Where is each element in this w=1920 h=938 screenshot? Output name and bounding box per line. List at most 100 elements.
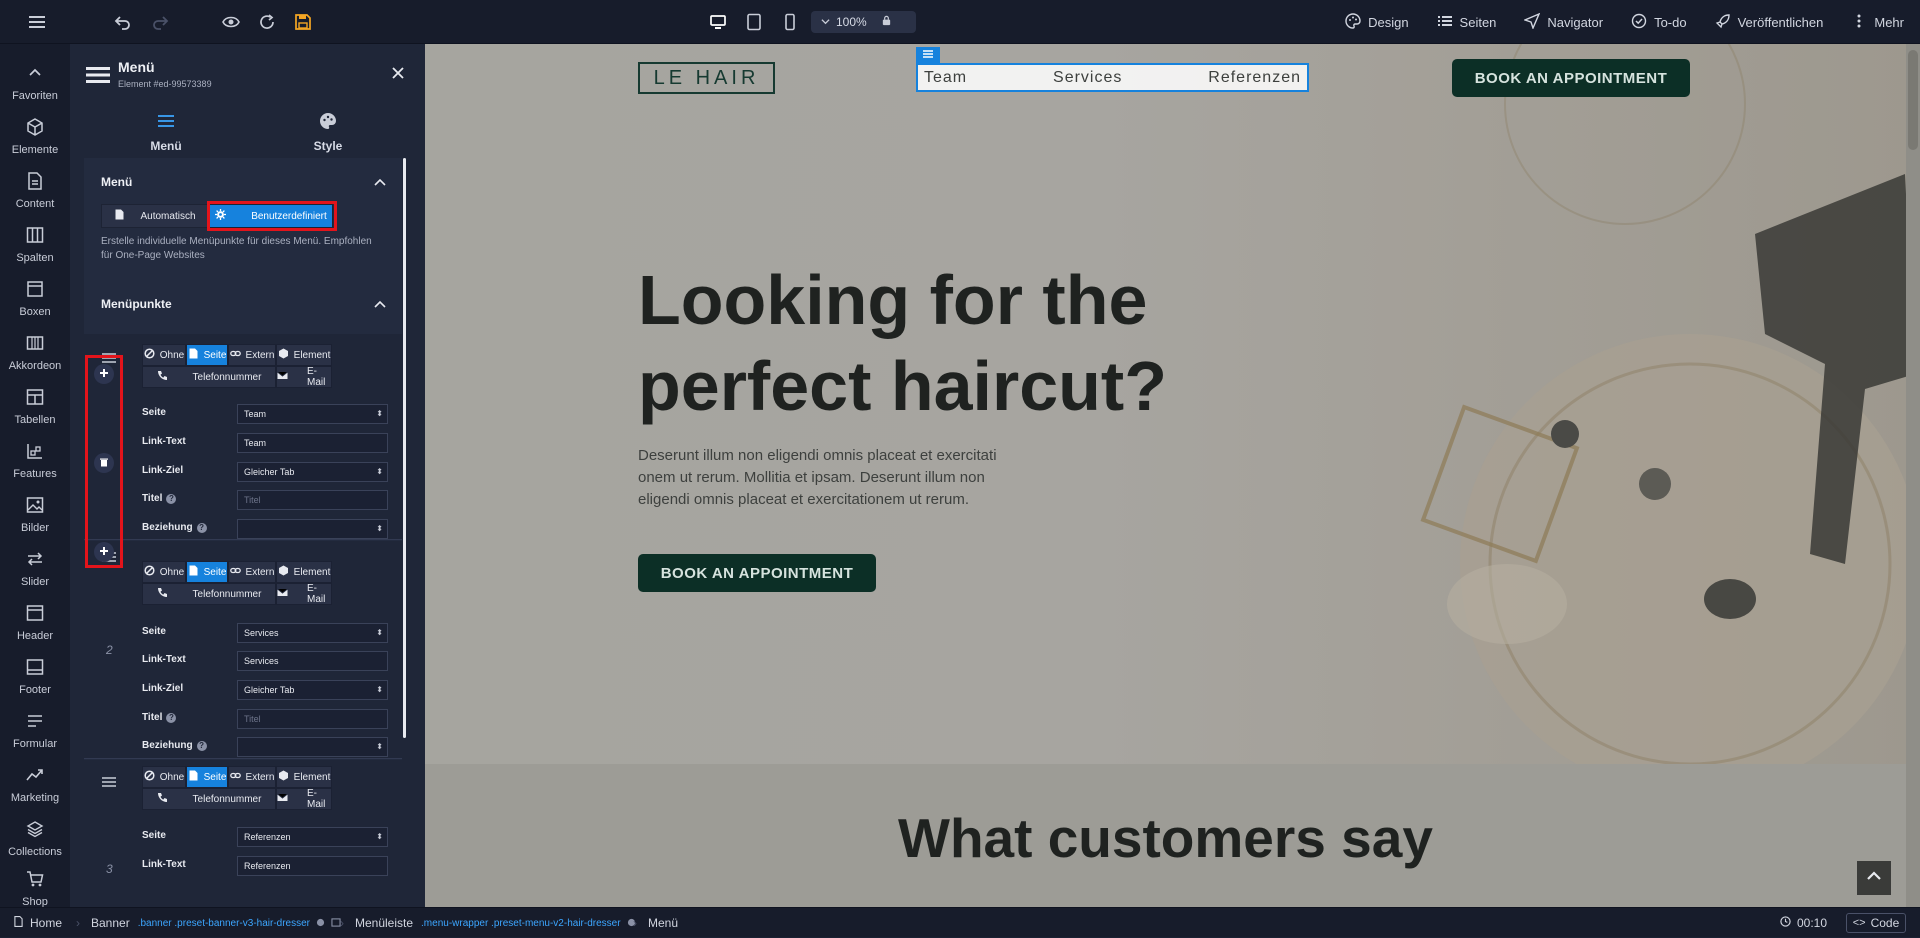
canvas-scroll-thumb[interactable]	[1908, 50, 1918, 150]
phone-icon	[157, 792, 173, 806]
sidebar-item-shop[interactable]: Shop	[0, 854, 70, 908]
save-button[interactable]	[290, 0, 316, 44]
breadcrumb-home[interactable]: Home	[14, 908, 62, 938]
site-menu-item-referenzen[interactable]: Referenzen	[1208, 69, 1301, 87]
link-text-input[interactable]: Referenzen	[237, 856, 388, 876]
clock-icon	[1780, 916, 1791, 930]
more-button[interactable]: Mehr	[1851, 13, 1904, 32]
tablet-view-button[interactable]	[741, 0, 767, 44]
zoom-dropdown[interactable]: 100%	[811, 11, 916, 33]
type-phone[interactable]: Telefonnummer	[142, 788, 276, 810]
sidebar-item-slider[interactable]: Slider	[0, 534, 70, 588]
breadcrumb-banner[interactable]: Banner .banner .preset-banner-v3-hair-dr…	[91, 908, 341, 938]
sidebar-item-content[interactable]: Content	[0, 156, 70, 210]
breadcrumb-menuleiste[interactable]: Menüleiste .menu-wrapper .preset-menu-v2…	[355, 908, 636, 938]
type-none[interactable]: Ohne	[142, 766, 186, 788]
help-icon[interactable]: ?	[166, 712, 177, 723]
redo-button[interactable]	[147, 0, 173, 44]
hero-cta-button[interactable]: BOOK AN APPOINTMENT	[638, 554, 876, 592]
link-text-input[interactable]: Services	[237, 651, 388, 671]
sidebar-item-elemente[interactable]: Elemente	[0, 102, 70, 156]
page-select[interactable]: Team ⬍	[237, 404, 388, 424]
type-page[interactable]: Seite	[186, 561, 228, 583]
type-element[interactable]: Element	[276, 561, 332, 583]
sidebar-item-boxen[interactable]: Boxen	[0, 264, 70, 318]
type-external[interactable]: Extern	[228, 561, 276, 583]
relation-select[interactable]: ⬍	[237, 519, 388, 539]
sidebar-item-features[interactable]: Features	[0, 426, 70, 480]
delete-item-button[interactable]	[94, 453, 114, 473]
type-page[interactable]: Seite	[186, 344, 228, 366]
tab-menu[interactable]: Menü	[106, 102, 226, 162]
site-menu-item-services[interactable]: Services	[1053, 69, 1122, 87]
type-phone[interactable]: Telefonnummer	[142, 366, 276, 388]
title-input[interactable]: Titel	[237, 709, 388, 729]
field-label-page: Seite	[142, 407, 166, 418]
design-button[interactable]: Design	[1345, 12, 1409, 32]
relation-select[interactable]: ⬍	[237, 737, 388, 757]
sidebar-item-favoriten[interactable]: Favoriten	[0, 48, 70, 102]
type-element[interactable]: Element	[276, 344, 332, 366]
scroll-top-button[interactable]	[1857, 861, 1891, 895]
page-select[interactable]: Referenzen ⬍	[237, 827, 388, 847]
mail-icon	[277, 370, 293, 384]
type-email[interactable]: E-Mail	[276, 366, 332, 388]
field-label-page: Seite	[142, 830, 166, 841]
help-icon[interactable]: ?	[196, 740, 207, 751]
menu-section-header[interactable]: Menü	[84, 162, 402, 202]
chevron-down-icon	[821, 15, 830, 29]
page-select[interactable]: Services ⬍	[237, 623, 388, 643]
canvas-scrollbar[interactable]	[1906, 44, 1920, 907]
site-menu-item-team[interactable]: Team	[924, 69, 967, 87]
close-panel-button[interactable]	[392, 66, 404, 84]
header-cta-button[interactable]: BOOK AN APPOINTMENT	[1452, 59, 1690, 97]
hamburger-menu-button[interactable]	[24, 0, 50, 44]
sidebar-item-bilder[interactable]: Bilder	[0, 480, 70, 534]
mode-automatic-button[interactable]: Automatisch	[101, 204, 209, 228]
preview-button[interactable]	[218, 0, 244, 44]
site-logo[interactable]: LE HAIR	[638, 62, 775, 94]
refresh-button[interactable]	[254, 0, 280, 44]
type-phone[interactable]: Telefonnummer	[142, 583, 276, 605]
tab-style[interactable]: Style	[268, 102, 388, 162]
type-page[interactable]: Seite	[186, 766, 228, 788]
type-external[interactable]: Extern	[228, 344, 276, 366]
mobile-view-button[interactable]	[777, 0, 803, 44]
drag-handle-icon[interactable]	[102, 774, 116, 787]
sidebar-item-tabellen[interactable]: Tabellen	[0, 372, 70, 426]
panel-scroll-thumb[interactable]	[403, 158, 406, 738]
link-target-select[interactable]: Gleicher Tab ⬍	[237, 680, 388, 700]
type-external[interactable]: Extern	[228, 766, 276, 788]
sidebar-item-formular[interactable]: Formular	[0, 696, 70, 750]
navigator-button[interactable]: Navigator	[1523, 12, 1603, 32]
type-none[interactable]: Ohne	[142, 344, 186, 366]
undo-button[interactable]	[110, 0, 136, 44]
type-email[interactable]: E-Mail	[276, 583, 332, 605]
sidebar-item-spalten[interactable]: Spalten	[0, 210, 70, 264]
sidebar-item-collections[interactable]: Collections	[0, 804, 70, 858]
desktop-view-button[interactable]	[705, 0, 731, 44]
top-toolbar: 100% Design Seiten Navigator To-do Veröf…	[0, 0, 1920, 44]
link-text-input[interactable]: Team	[237, 433, 388, 453]
help-icon[interactable]: ?	[196, 522, 207, 533]
add-item-below-button[interactable]	[94, 542, 114, 562]
sidebar-item-akkordeon[interactable]: Akkordeon	[0, 318, 70, 372]
todo-button[interactable]: To-do	[1631, 13, 1687, 32]
title-input[interactable]: Titel	[237, 490, 388, 510]
help-icon[interactable]: ?	[166, 493, 177, 504]
code-button[interactable]: <> Code	[1846, 913, 1906, 933]
type-none[interactable]: Ohne	[142, 561, 186, 583]
add-item-above-button[interactable]	[94, 364, 114, 384]
type-element[interactable]: Element	[276, 766, 332, 788]
menu-items-section-header[interactable]: Menüpunkte	[84, 284, 402, 324]
rocket-icon	[1715, 13, 1731, 32]
breadcrumb-menu[interactable]: Menü	[648, 908, 678, 938]
publish-button[interactable]: Veröffentlichen	[1715, 13, 1823, 32]
sidebar-item-footer[interactable]: Footer	[0, 642, 70, 696]
link-target-select[interactable]: Gleicher Tab ⬍	[237, 462, 388, 482]
sidebar-item-header[interactable]: Header	[0, 588, 70, 642]
element-handle[interactable]	[916, 47, 940, 63]
pages-button[interactable]: Seiten	[1437, 13, 1496, 32]
sidebar-item-marketing[interactable]: Marketing	[0, 750, 70, 804]
type-email[interactable]: E-Mail	[276, 788, 332, 810]
